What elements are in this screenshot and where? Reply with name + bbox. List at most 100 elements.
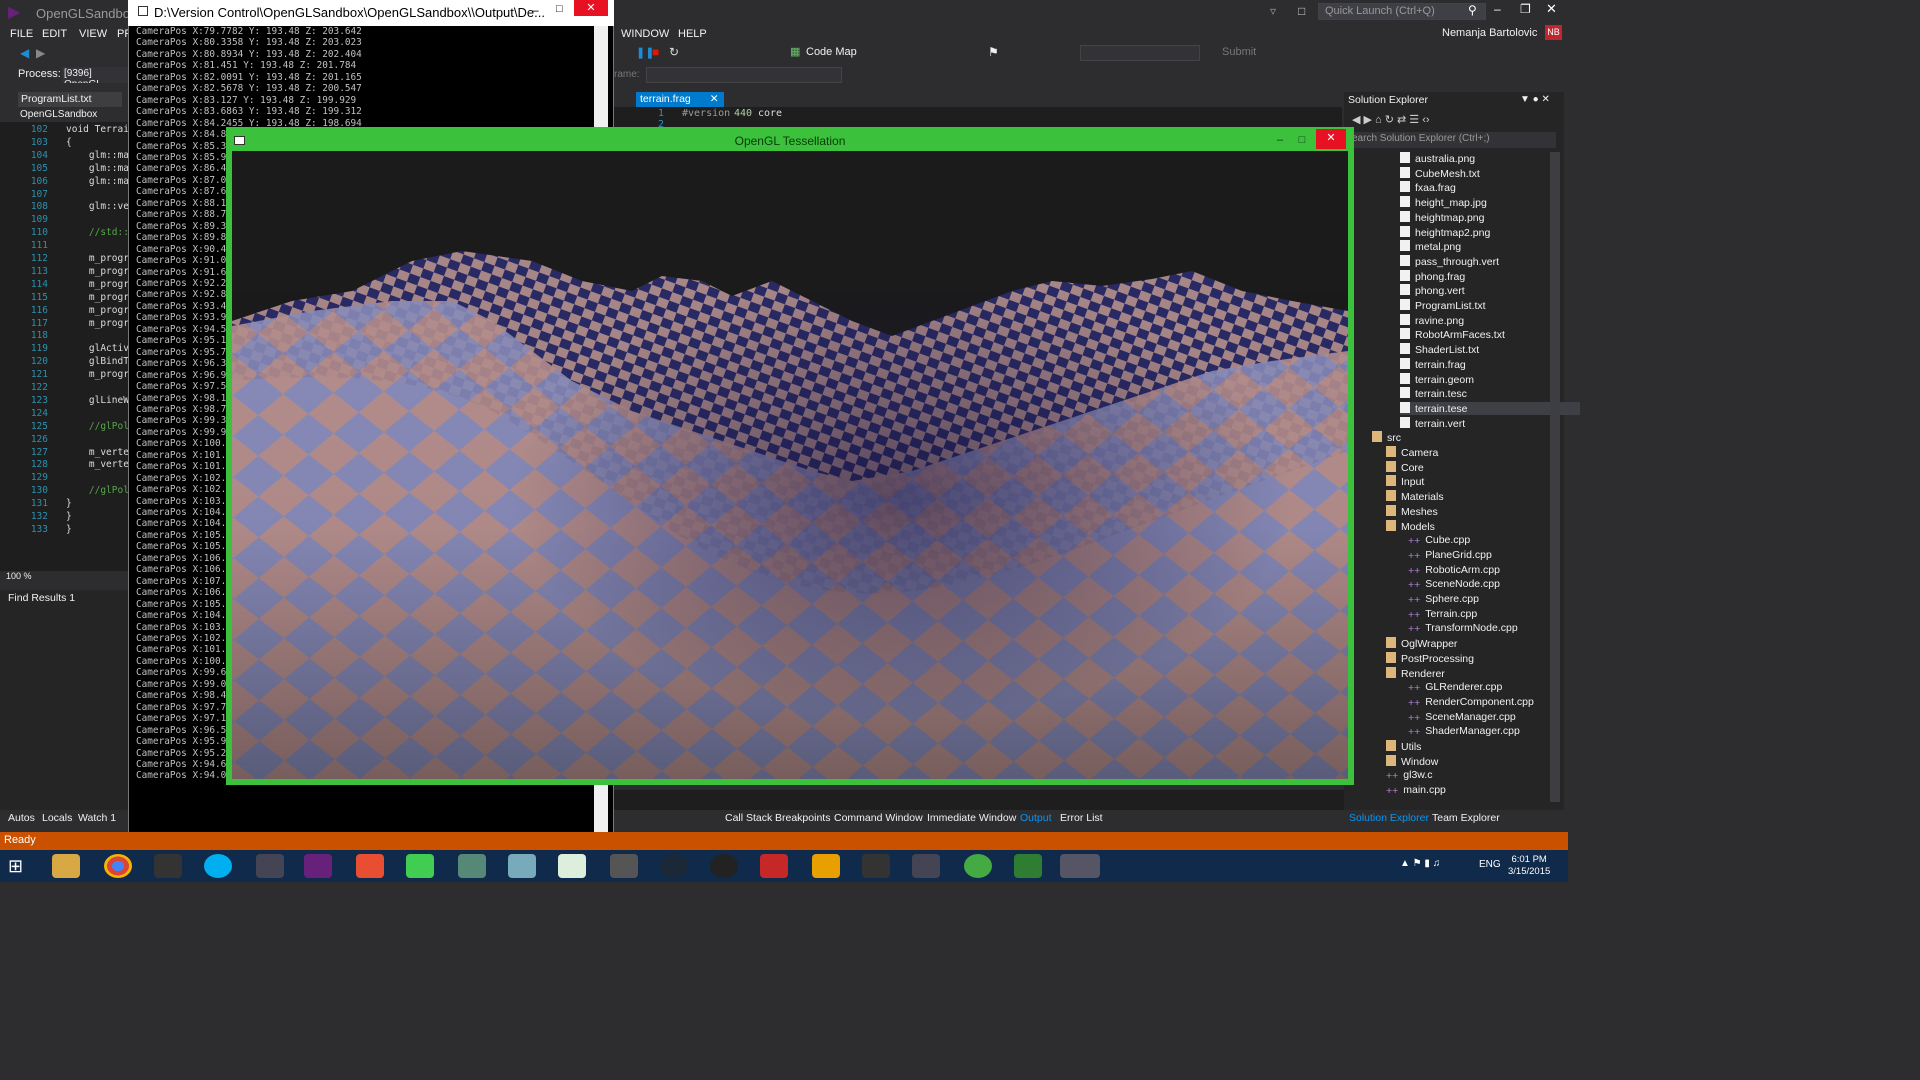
tree-item[interactable]: ++ GLRenderer.cpp xyxy=(1408,681,1588,694)
forward-icon[interactable]: ▶ xyxy=(36,46,45,60)
back-icon[interactable]: ◀ xyxy=(20,46,29,60)
language-indicator[interactable]: ENG xyxy=(1479,859,1501,870)
stack-frame-dropdown[interactable] xyxy=(646,67,842,83)
tree-item[interactable]: ++ main.cpp xyxy=(1386,784,1566,797)
tree-item[interactable]: Input xyxy=(1386,475,1566,488)
qt-icon[interactable] xyxy=(406,854,434,878)
app-icon[interactable] xyxy=(1014,854,1042,878)
menu-file[interactable]: FILE xyxy=(10,28,33,40)
tree-item[interactable]: Core xyxy=(1386,460,1566,474)
tree-item[interactable]: ++ gl3w.c xyxy=(1386,769,1566,782)
chrome-icon[interactable] xyxy=(104,854,132,878)
tab-output[interactable]: Output xyxy=(1020,812,1052,824)
editor-nav-bar[interactable]: OpenGLSandbox xyxy=(0,108,128,122)
tab-call-stack[interactable]: Call Stack xyxy=(725,812,772,824)
tree-item[interactable]: ++ RenderComponent.cpp xyxy=(1408,696,1588,709)
tree-item[interactable]: Models xyxy=(1386,519,1566,533)
skype-icon[interactable] xyxy=(204,854,232,878)
terrain-render-viewport[interactable] xyxy=(232,151,1348,779)
home-icon[interactable]: ◀ ▶ ⌂ ↻ ⇄ ☰ ‹› xyxy=(1352,113,1430,126)
tab-command-window[interactable]: Command Window xyxy=(834,812,923,824)
tree-item[interactable]: ++ SceneManager.cpp xyxy=(1408,711,1588,724)
explorer-icon[interactable] xyxy=(52,854,80,878)
feedback-icon[interactable]: □ xyxy=(1298,4,1305,18)
console-close-button[interactable]: ✕ xyxy=(574,0,608,16)
game-icon[interactable] xyxy=(760,854,788,878)
process-dropdown[interactable]: [9396] OpenGL xyxy=(62,67,128,83)
tree-item[interactable]: src xyxy=(1372,431,1552,444)
tree-item[interactable]: ++ PlaneGrid.cpp xyxy=(1408,549,1588,562)
tab-team-explorer[interactable]: Team Explorer xyxy=(1432,812,1500,824)
gl-maximize-button[interactable]: □ xyxy=(1288,131,1316,151)
menu-window[interactable]: WINDOW xyxy=(621,28,669,40)
tree-item[interactable]: ++ ShaderManager.cpp xyxy=(1408,725,1588,738)
visual-studio-icon[interactable] xyxy=(304,854,332,878)
minimize-button[interactable]: – xyxy=(1494,2,1501,16)
tray-icons[interactable]: ▲ ⚑ ▮ ♫ xyxy=(1400,858,1440,869)
tree-item[interactable]: OglWrapper xyxy=(1386,637,1566,650)
game-icon[interactable] xyxy=(862,854,890,878)
menu-view[interactable]: VIEW xyxy=(79,28,107,40)
tab-watch-1[interactable]: Watch 1 xyxy=(78,812,116,824)
tree-item[interactable]: ++ Sphere.cpp xyxy=(1408,593,1588,606)
tab-immediate-window[interactable]: Immediate Window xyxy=(927,812,1016,824)
tree-item[interactable]: Renderer xyxy=(1386,666,1566,680)
code-editor-left[interactable]: 102 void Terrai 103{104 glm::ma 105 glm::ma… xyxy=(0,122,129,572)
tab-breakpoints[interactable]: Breakpoints xyxy=(775,812,830,824)
maximize-button[interactable]: ❐ xyxy=(1520,2,1531,16)
game-icon[interactable] xyxy=(912,854,940,878)
stop-icon[interactable]: ■ xyxy=(652,45,659,59)
submit-button[interactable]: Submit xyxy=(1222,46,1256,58)
tree-item[interactable]: ++ Cube.cpp xyxy=(1408,534,1588,547)
start-icon[interactable]: ⊞ xyxy=(8,856,23,877)
bookmark-icon[interactable]: ⚑ xyxy=(988,45,999,59)
quick-launch-input[interactable]: Quick Launch (Ctrl+Q) xyxy=(1318,3,1486,20)
console-maximize-button[interactable]: □ xyxy=(556,3,563,15)
restart-icon[interactable]: ↻ xyxy=(669,45,679,59)
close-button[interactable]: ✕ xyxy=(1546,1,1557,17)
app-icon[interactable] xyxy=(154,854,182,878)
tree-item[interactable]: Materials xyxy=(1386,490,1566,503)
user-avatar[interactable]: NB xyxy=(1545,25,1562,40)
game-icon[interactable] xyxy=(710,854,738,878)
console-minimize-button[interactable]: – xyxy=(532,3,539,17)
game-icon[interactable] xyxy=(964,854,992,878)
steam-icon[interactable] xyxy=(660,854,688,878)
tree-item[interactable]: Meshes xyxy=(1386,504,1566,518)
tree-item[interactable]: PostProcessing xyxy=(1386,651,1566,665)
tree-item[interactable]: ++ RoboticArm.cpp xyxy=(1408,564,1588,577)
filter-icon[interactable]: ▿ xyxy=(1270,4,1276,18)
solution-scrollbar[interactable] xyxy=(1550,152,1560,802)
tab-autos[interactable]: Autos xyxy=(8,812,35,824)
tree-item[interactable]: ++ Terrain.cpp xyxy=(1408,608,1588,621)
tree-item[interactable]: ++ SceneNode.cpp xyxy=(1408,578,1588,591)
gl-close-button[interactable]: ✕ xyxy=(1316,129,1346,149)
tree-item[interactable]: Utils xyxy=(1386,740,1566,753)
virtualbox-icon[interactable] xyxy=(508,854,536,878)
code-map-button[interactable]: Code Map xyxy=(806,46,857,58)
tree-item[interactable]: Window xyxy=(1386,754,1566,768)
notepad-icon[interactable] xyxy=(558,854,586,878)
app-icon[interactable] xyxy=(256,854,284,878)
find-results-title[interactable]: Find Results 1 xyxy=(8,592,75,604)
clock[interactable]: 6:01 PM 3/15/2015 xyxy=(1508,854,1550,878)
tree-item[interactable]: ++ TransformNode.cpp xyxy=(1408,622,1588,635)
user-name[interactable]: Nemanja Bartolovic xyxy=(1442,27,1537,39)
zoom-level[interactable]: 100 % xyxy=(0,571,128,583)
menu-help[interactable]: HELP xyxy=(678,28,707,40)
tab-locals[interactable]: Locals xyxy=(42,812,72,824)
git-icon[interactable] xyxy=(356,854,384,878)
tab-error-list[interactable]: Error List xyxy=(1060,812,1103,824)
opengl-app-icon[interactable] xyxy=(1060,854,1100,878)
app-icon[interactable] xyxy=(610,854,638,878)
game-icon[interactable] xyxy=(812,854,840,878)
solution-search-input[interactable]: earch Solution Explorer (Ctrl+;) xyxy=(1348,132,1556,148)
tab-terrain-frag[interactable]: terrain.frag ✕ xyxy=(636,92,724,107)
tab-programlist[interactable]: ProgramList.txt xyxy=(18,92,122,107)
config-dropdown[interactable] xyxy=(1080,45,1200,61)
menu-edit[interactable]: EDIT xyxy=(42,28,67,40)
tab-solution-explorer[interactable]: Solution Explorer xyxy=(1349,812,1429,824)
code-editor-right[interactable]: 1 #version 440 core 2 xyxy=(612,107,1342,130)
pin-icon[interactable]: ▼ ● ✕ xyxy=(1520,94,1550,105)
code-map-icon[interactable]: ▦ xyxy=(790,45,800,58)
